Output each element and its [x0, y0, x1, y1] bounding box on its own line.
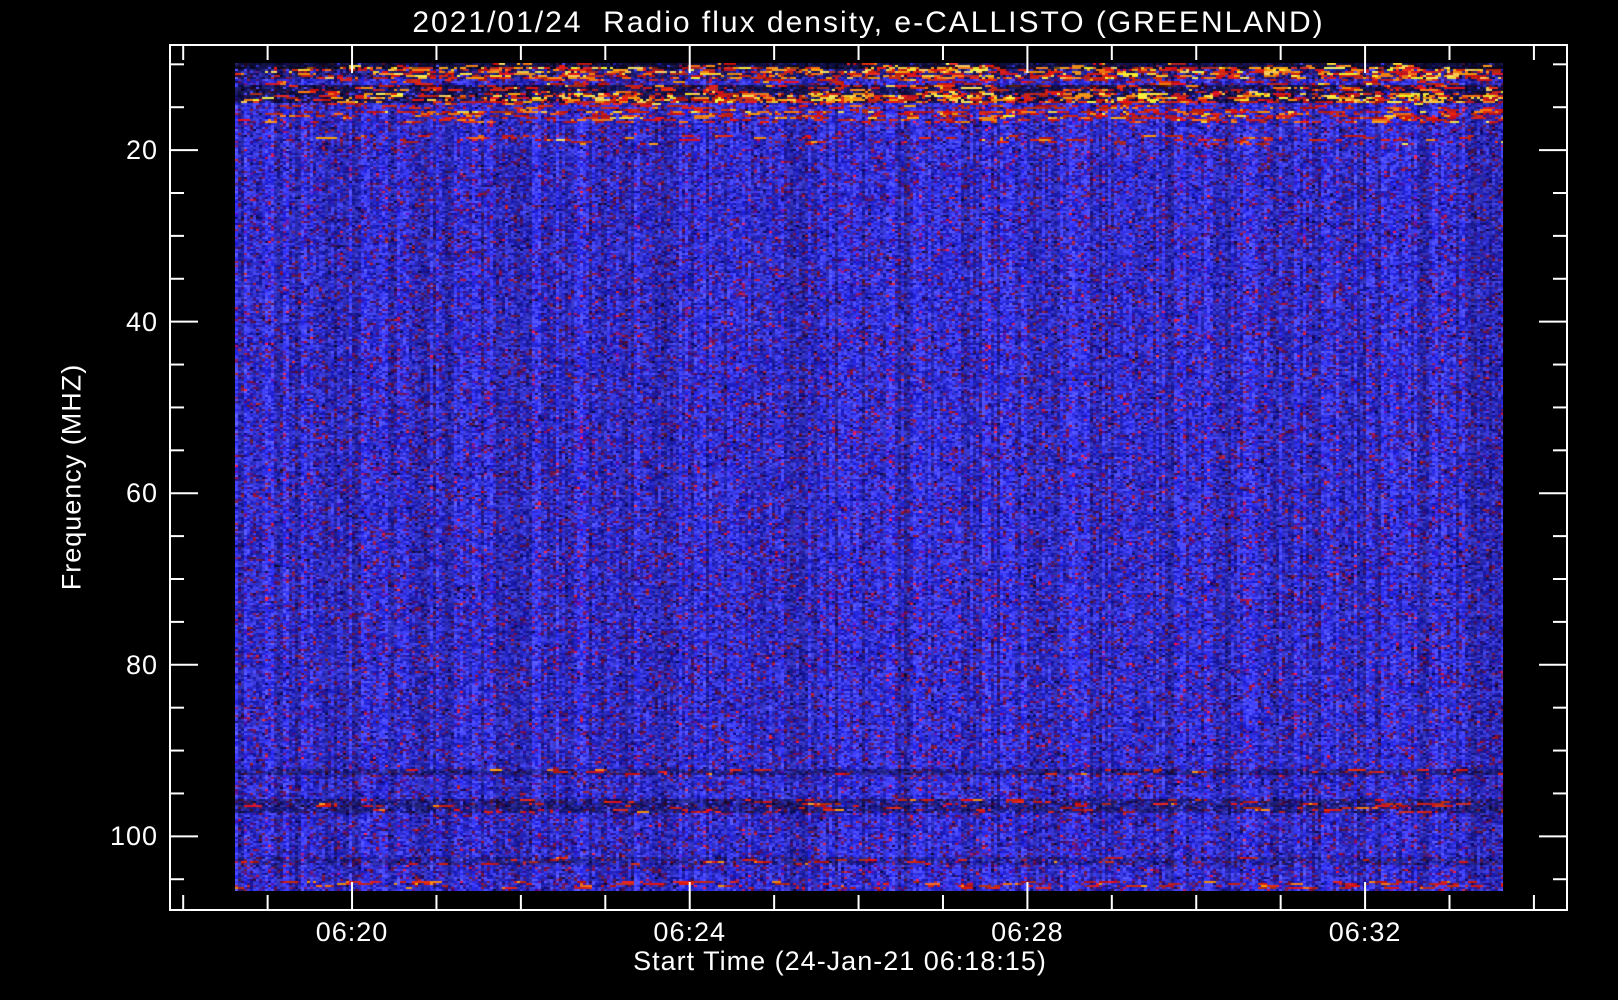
x-tick-label: 06:24: [653, 917, 726, 947]
x-tick-label: 06:32: [1328, 917, 1402, 947]
x-axis-title: Start Time (24-Jan-21 06:18:15): [633, 946, 1047, 976]
x-tick-label: 06:20: [315, 917, 389, 947]
spectrogram-page: 2021/01/24 Radio flux density, e-CALLIST…: [0, 0, 1618, 1000]
y-tick-label: 80: [125, 649, 158, 680]
spectrogram-image: [235, 63, 1503, 891]
y-tick-label: 40: [125, 306, 158, 337]
y-tick-label: 100: [109, 821, 158, 852]
y-tick-label: 20: [125, 135, 158, 166]
x-tick-label: 06:28: [991, 917, 1064, 947]
y-tick-label: 60: [125, 478, 158, 509]
chart-title: 2021/01/24 Radio flux density, e-CALLIST…: [412, 6, 1325, 39]
